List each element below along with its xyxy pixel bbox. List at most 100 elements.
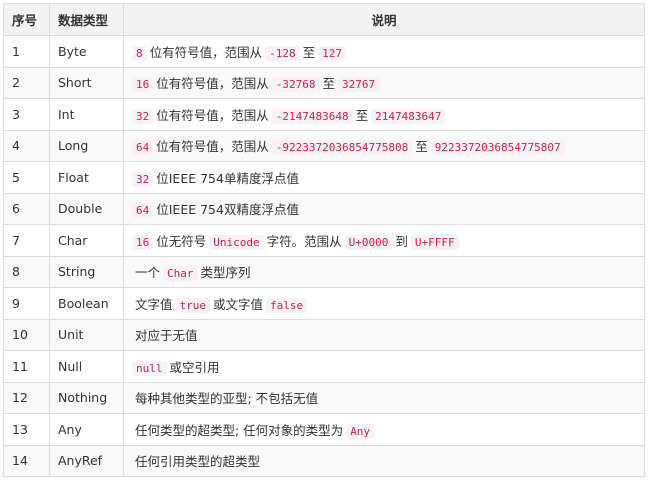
cell-index: 7: [3, 224, 50, 257]
cell-index: 6: [3, 192, 50, 225]
cell-index: 3: [3, 98, 50, 131]
description-text: 一个: [135, 265, 161, 281]
description-text: 位有符号值，范围从: [156, 107, 269, 123]
description-text: 位IEEE 754单精度浮点值: [156, 170, 299, 186]
inline-code: 8: [132, 45, 147, 61]
cell-index: 14: [3, 444, 50, 477]
description-text: 位有符号值，范围从: [156, 76, 269, 92]
description-text: 位IEEE 754双精度浮点值: [156, 202, 299, 218]
description-text: 字符。范围从: [266, 233, 342, 249]
cell-description: 16 位有符号值，范围从 -32768 至 32767: [123, 66, 645, 99]
table-row: 3 Int 32 位有符号值，范围从 -2147483648 至 2147483647: [3, 98, 645, 131]
inline-code: 32: [132, 171, 154, 187]
description-text: 任何引用类型的超类型: [135, 454, 261, 470]
cell-description: 16 位无符号 Unicode 字符。范围从 U+0000 到 U+FFFF: [123, 224, 645, 257]
description-text: 位无符号: [156, 233, 207, 249]
cell-index: 13: [3, 413, 50, 446]
inline-code: Unicode: [209, 234, 264, 250]
inline-code: 64: [132, 203, 154, 219]
header-index: 序号: [3, 3, 50, 36]
inline-code: 32767: [338, 77, 380, 93]
header-type: 数据类型: [49, 3, 124, 36]
cell-index: 8: [3, 255, 50, 288]
cell-index: 10: [3, 318, 50, 351]
description-text: 至: [322, 76, 336, 92]
cell-type: Long: [49, 129, 124, 162]
cell-type: Boolean: [49, 287, 124, 320]
cell-description: 文字值 true 或文字值 false: [123, 287, 645, 320]
cell-description: 每种其他类型的亚型; 不包括无值: [123, 381, 645, 414]
cell-description: 任何引用类型的超类型: [123, 444, 645, 477]
cell-type: Int: [49, 98, 124, 131]
inline-code: 16: [132, 234, 154, 250]
cell-type: Null: [49, 350, 124, 383]
description-text: 文字值: [135, 296, 173, 312]
cell-type: String: [49, 255, 124, 288]
cell-description: 对应于无值: [123, 318, 645, 351]
table-row: 11 Null null 或空引用: [3, 350, 645, 383]
header-description: 说明: [123, 3, 645, 36]
table-row: 10 Unit 对应于无值: [3, 318, 645, 351]
inline-code: -128: [265, 45, 300, 61]
table-body: 1 Byte 8 位有符号值，范围从 -128 至 127 2 Short 16 位有符号值，范围从…: [3, 35, 645, 477]
table-row: 2 Short 16 位有符号值，范围从 -32768 至 32767: [3, 66, 645, 99]
table-row: 7 Char 16 位无符号 Unicode 字符。范围从 U+0000 到 U+FFFF: [3, 224, 645, 257]
inline-code: -32768: [271, 77, 320, 93]
description-text: 每种其他类型的亚型; 不包括无值: [135, 391, 319, 407]
inline-code: Char: [163, 266, 198, 282]
cell-type: Char: [49, 224, 124, 257]
inline-code: null: [132, 360, 167, 376]
cell-type: Unit: [49, 318, 124, 351]
cell-index: 2: [3, 66, 50, 99]
table-row: 14 AnyRef 任何引用类型的超类型: [3, 444, 645, 477]
description-text: 对应于无值: [135, 328, 198, 344]
cell-description: 64 位IEEE 754双精度浮点值: [123, 192, 645, 225]
inline-code: U+FFFF: [410, 234, 459, 250]
inline-code: 16: [132, 77, 154, 93]
table-header-row: 序号 数据类型 说明: [3, 3, 645, 36]
cell-index: 9: [3, 287, 50, 320]
table-row: 5 Float 32 位IEEE 754单精度浮点值: [3, 161, 645, 194]
inline-code: -9223372036854775808: [271, 140, 413, 156]
cell-description: null 或空引用: [123, 350, 645, 383]
description-text: 至: [415, 139, 428, 155]
description-text: 至: [355, 107, 369, 123]
cell-description: 32 位有符号值，范围从 -2147483648 至 2147483647: [123, 98, 645, 131]
table-row: 1 Byte 8 位有符号值，范围从 -128 至 127: [3, 35, 645, 68]
inline-code: 127: [318, 45, 347, 61]
description-text: 位有符号值，范围从: [149, 44, 263, 60]
description-text: 或文字值: [213, 296, 264, 312]
cell-description: 32 位IEEE 754单精度浮点值: [123, 161, 645, 194]
cell-index: 1: [3, 35, 50, 68]
description-text: 或空引用: [169, 359, 220, 375]
description-text: 任何类型的超类型; 任何对象的类型为: [135, 422, 344, 438]
table-row: 12 Nothing 每种其他类型的亚型; 不包括无值: [3, 381, 645, 414]
cell-index: 5: [3, 161, 50, 194]
description-text: 位有符号值，范围从: [156, 139, 269, 155]
cell-description: 任何类型的超类型; 任何对象的类型为 Any: [123, 413, 645, 446]
cell-description: 一个 Char 类型序列: [123, 255, 645, 288]
inline-code: 9223372036854775807: [430, 140, 565, 156]
cell-type: Float: [49, 161, 124, 194]
inline-code: 2147483647: [371, 108, 446, 124]
cell-type: Byte: [49, 35, 124, 68]
inline-code: true: [175, 297, 211, 313]
cell-description: 8 位有符号值，范围从 -128 至 127: [123, 35, 645, 68]
table-row: 9 Boolean 文字值 true 或文字值 false: [3, 287, 645, 320]
description-text: 至: [302, 44, 316, 60]
cell-type: AnyRef: [49, 444, 124, 477]
cell-index: 11: [3, 350, 50, 383]
table-row: 13 Any 任何类型的超类型; 任何对象的类型为 Any: [3, 413, 645, 446]
data-types-table: 序号 数据类型 说明 1 Byte 8 位有符号值，范围从 -128 至 127 2 Short…: [3, 3, 645, 477]
cell-type: Nothing: [49, 381, 124, 414]
inline-code: Any: [346, 423, 375, 439]
table-row: 6 Double 64 位IEEE 754双精度浮点值: [3, 192, 645, 225]
description-text: 到: [395, 233, 408, 249]
table-row: 4 Long 64 位有符号值，范围从 -9223372036854775808 至 922…: [3, 129, 645, 162]
inline-code: false: [266, 297, 308, 313]
table-row: 8 String 一个 Char 类型序列: [3, 255, 645, 288]
cell-type: Double: [49, 192, 124, 225]
description-text: 类型序列: [200, 265, 251, 281]
inline-code: 32: [132, 108, 154, 124]
cell-index: 4: [3, 129, 50, 162]
